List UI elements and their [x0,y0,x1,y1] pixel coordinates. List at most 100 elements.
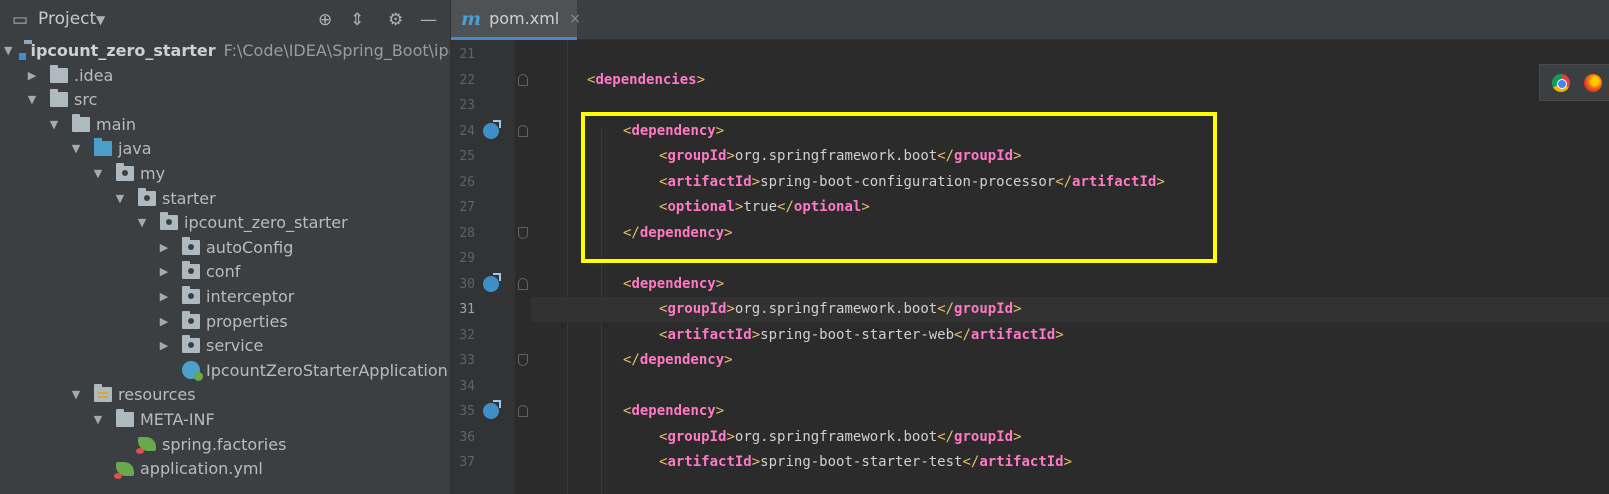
chevron-down-icon[interactable]: ▼ [136,216,148,229]
line-number: 34 [459,378,475,394]
chevron-right-icon[interactable]: ▶ [158,290,170,303]
fold-icon[interactable] [518,226,528,239]
chevron-down-icon[interactable]: ▼ [70,388,82,401]
chevron-right-icon[interactable]: ▶ [26,69,38,82]
tree-item-label: spring.factories [162,434,287,454]
tree-item[interactable]: ▼ ipcount_zero_starter F:\Code\IDEA\Spring… [0,38,450,63]
editor-tab-bar: m pom.xml × [451,0,1609,40]
line-number: 26 [459,174,475,190]
package-icon [182,310,200,329]
folder-icon [72,113,90,132]
line-number: 23 [459,98,475,113]
tree-item-label: interceptor [206,287,295,306]
code-line[interactable]: <groupId>org.springframework.boot</group… [531,425,1022,450]
fold-icon[interactable] [518,73,528,86]
project-panel-title[interactable]: Project [38,9,96,29]
tree-item-label: src [74,90,98,110]
fold-icon[interactable] [518,124,528,137]
tab-pom-xml[interactable]: m pom.xml × [451,0,581,40]
maven-dependency-icon[interactable] [483,272,501,292]
fold-icon[interactable] [518,277,528,290]
maven-dependency-icon[interactable] [483,400,501,419]
tree-item[interactable]: ▼ ipcount_zero_starter [0,210,450,235]
line-number: 21 [459,47,475,62]
tree-item[interactable]: ▼ resources [0,382,450,407]
tree-item[interactable]: ▼ java [0,136,450,161]
firefox-icon[interactable] [1584,74,1602,92]
tree-item-label: IpcountZeroStarterApplication [206,360,448,380]
line-number: 33 [459,353,475,368]
tree-item[interactable]: ▶ autoConfig [0,235,450,260]
tree-item[interactable]: ▶ .idea [0,63,450,88]
tree-item-label: META-INF [140,410,215,429]
tree-item-label: ipcount_zero_starter [184,213,348,233]
tree-item[interactable]: ▶ interceptor [0,284,450,309]
chevron-down-icon[interactable]: ▼ [48,118,60,131]
chevron-right-icon[interactable]: ▶ [158,315,170,328]
chevron-down-icon[interactable]: ▼ [70,142,82,155]
code-line[interactable] [531,93,551,118]
tree-item[interactable]: ▶ properties [0,309,450,334]
code-line[interactable]: <dependency> [531,272,724,297]
code-line[interactable] [531,374,551,399]
close-icon[interactable]: × [569,11,581,27]
package-icon [182,236,200,255]
line-number: 27 [459,200,475,215]
tree-item[interactable]: ▶ conf [0,259,450,284]
chrome-icon[interactable] [1552,74,1570,92]
tree-item-label: conf [206,262,241,282]
code-line[interactable]: <artifactId>spring-boot-starter-web</art… [531,323,1064,348]
highlight-box [581,112,1217,263]
line-number-gutter[interactable]: 21 22 23 24 25 26 27 28 29 30 31 32 33 34 35 36 37 [451,40,515,494]
tree-item-label: my [140,164,166,183]
minimize-icon[interactable]: — [420,8,437,32]
code-line[interactable]: <dependency> [531,399,724,424]
tree-item[interactable]: ▼ my [0,161,450,186]
chevron-down-icon[interactable]: ▼ [114,192,126,205]
gear-icon[interactable]: ⚙ [388,8,403,32]
folder-icon [50,64,68,83]
code-area[interactable]: <dependencies> <dependency> <groupId>org.s… [531,40,1609,494]
source-folder-icon [94,138,112,157]
locate-file-icon[interactable]: ⊕ [318,8,332,32]
chevron-right-icon[interactable]: ▶ [158,241,170,254]
tree-item[interactable]: ▼ starter [0,186,450,211]
chevron-right-icon[interactable]: ▶ [158,265,170,278]
code-line[interactable]: <dependencies> [531,68,705,93]
package-icon [182,335,200,354]
code-line[interactable]: <artifactId>spring-boot-starter-test</ar… [531,450,1072,475]
package-icon [116,163,134,181]
line-number: 32 [459,327,475,343]
code-line[interactable] [531,42,551,67]
collapse-all-icon[interactable]: ⇕ [350,8,364,32]
code-line[interactable]: <groupId>org.springframework.boot</group… [531,297,1022,322]
tree-item[interactable]: ▼ META-INF [0,407,450,432]
fold-icon[interactable] [518,405,528,417]
tree-item[interactable]: ▼ main [0,112,450,137]
spring-config-icon [114,461,134,479]
package-icon [182,261,200,280]
code-line[interactable]: </dependency> [531,348,733,373]
project-panel-header: ▭ Project ▼ ⊕ ⇕ ⚙ — [0,0,450,40]
tree-item[interactable]: application.yml [0,456,450,481]
fold-icon[interactable] [518,354,528,366]
chevron-down-icon[interactable]: ▼ [26,93,38,106]
code-line[interactable] [531,246,551,271]
chevron-down-icon[interactable]: ▼ [92,413,104,426]
folder-icon [50,89,68,108]
chevron-down-icon[interactable]: ▼ [92,167,104,180]
resources-folder-icon [94,384,112,403]
maven-file-icon: m [461,7,482,30]
chevron-down-icon[interactable]: ▼ [4,44,12,57]
tree-item[interactable]: spring.factories [0,432,450,457]
chevron-right-icon[interactable]: ▶ [158,339,170,352]
tree-item-label: resources [118,385,196,405]
tree-item-label: java [118,139,152,159]
line-number: 30 [459,276,475,292]
chevron-down-icon[interactable]: ▼ [96,8,105,32]
tree-item-label: service [206,336,264,356]
tree-item[interactable]: ▶ service [0,333,450,358]
tree-item[interactable]: ▼ src [0,87,450,112]
tree-item[interactable]: IpcountZeroStarterApplication [0,358,450,383]
maven-dependency-icon[interactable] [483,119,501,139]
